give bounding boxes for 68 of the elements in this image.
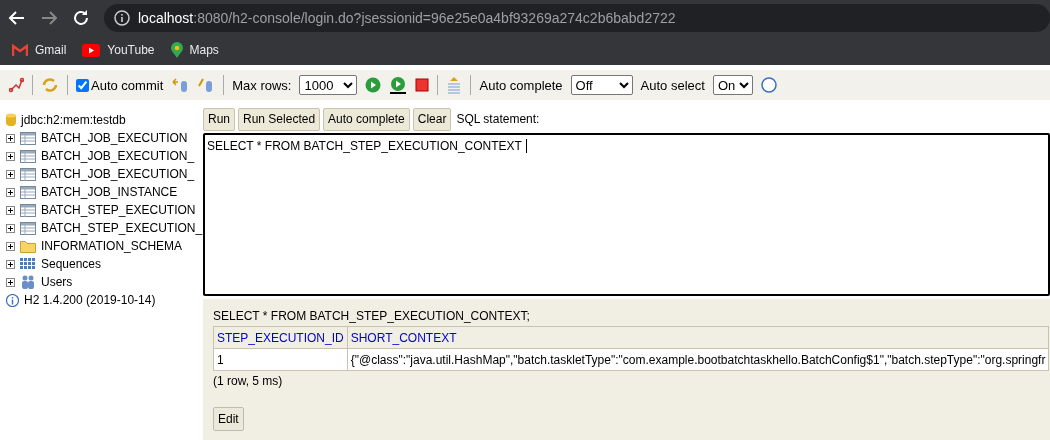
sql-editor[interactable]: SELECT * FROM BATCH_STEP_EXECUTION_CONTEXT <box>203 133 1050 296</box>
run-selected-icon[interactable] <box>389 76 408 94</box>
info-icon <box>114 9 130 26</box>
expand-toggle-icon[interactable] <box>6 187 15 197</box>
expand-toggle-icon[interactable] <box>6 151 15 161</box>
table-icon <box>20 167 36 181</box>
users-icon <box>20 275 36 289</box>
tree-item[interactable]: BATCH_JOB_EXECUTION_ <box>41 149 195 163</box>
expand-toggle-icon[interactable] <box>6 169 15 179</box>
auto-commit-checkbox[interactable] <box>76 78 89 92</box>
help-icon[interactable] <box>760 77 777 93</box>
stop-icon[interactable] <box>415 78 430 92</box>
tree-item[interactable]: BATCH_JOB_EXECUTION_ <box>41 167 195 181</box>
toolbar-button[interactable]: Run <box>203 107 235 131</box>
tree-item[interactable]: Users <box>41 275 73 289</box>
table-icon <box>20 203 36 217</box>
toolbar-button[interactable]: Clear <box>412 107 452 131</box>
executed-query: SELECT * FROM BATCH_STEP_EXECUTION_CONTEXT; <box>213 309 531 323</box>
bookmark-link[interactable]: Gmail <box>12 43 67 57</box>
run-icon[interactable] <box>365 77 382 93</box>
reload-icon[interactable] <box>72 8 90 27</box>
expand-toggle-icon[interactable] <box>6 277 15 287</box>
expand-toggle-icon[interactable] <box>6 259 15 269</box>
sql-statement-label: SQL statement: <box>456 112 540 126</box>
max-rows-label: Max rows: <box>232 77 292 93</box>
table-icon <box>20 131 36 145</box>
address-bar[interactable]: localhost:8080/h2-console/login.do?jsessionid=96e25e0a4bf93269a274c2b6babd2722 <box>104 3 1050 32</box>
map-pin-icon <box>170 42 183 58</box>
auto-select-label: Auto select <box>640 77 705 93</box>
table-icon <box>20 149 36 163</box>
auto-complete-select[interactable]: Off <box>570 75 633 95</box>
toolbar-button[interactable]: Auto complete <box>323 107 410 131</box>
tree-item[interactable]: Sequences <box>41 257 102 271</box>
table-cell: {"@class":"java.util.HashMap","batch.taskletType":"com.example.bootbatchtaskhello.BatchConfig$1","batch.stepType":"org.springfr <box>347 348 1049 371</box>
column-header: SHORT_CONTEXT <box>347 326 1049 349</box>
table-cell: 1 <box>213 348 348 371</box>
folder-icon <box>20 239 36 253</box>
table-icon <box>20 185 36 199</box>
forward-icon[interactable] <box>40 8 58 27</box>
database-icon <box>6 113 16 127</box>
back-icon[interactable] <box>8 8 26 27</box>
edit-button[interactable]: Edit <box>213 407 244 431</box>
play-icon <box>82 43 101 57</box>
connection-label[interactable]: jdbc:h2:mem:testdb <box>21 113 126 127</box>
tree-item[interactable]: BATCH_STEP_EXECUTION <box>41 203 196 217</box>
auto-select-select[interactable]: On <box>712 75 753 95</box>
toolbar-button[interactable]: Run Selected <box>238 107 321 131</box>
column-header: STEP_EXECUTION_ID <box>213 326 348 349</box>
auto-commit-label: Auto commit <box>91 77 164 93</box>
expand-toggle-icon[interactable] <box>6 241 15 251</box>
grid-dots-icon <box>20 258 36 270</box>
expand-toggle-icon[interactable] <box>6 205 15 215</box>
disconnect-icon[interactable] <box>8 77 24 93</box>
mail-icon <box>12 44 28 56</box>
expand-toggle-icon[interactable] <box>6 223 15 233</box>
version-label: H2 1.4.200 (2019-10-14) <box>24 293 156 307</box>
info-icon <box>6 293 19 307</box>
tree-item[interactable]: INFORMATION_SCHEMA <box>41 239 183 253</box>
bookmark-link[interactable]: Maps <box>170 42 219 58</box>
auto-complete-label: Auto complete <box>479 77 563 93</box>
result-summary: (1 row, 5 ms) <box>213 374 284 388</box>
tree-item[interactable]: BATCH_STEP_EXECUTION_ <box>41 221 203 235</box>
max-rows-select[interactable]: 1000 <box>299 75 358 95</box>
bookmark-link[interactable]: YouTube <box>82 43 155 57</box>
tree-item[interactable]: BATCH_JOB_EXECUTION <box>41 131 188 145</box>
tree-item[interactable]: BATCH_JOB_INSTANCE <box>41 185 178 199</box>
expand-toggle-icon[interactable] <box>6 133 15 143</box>
table-icon <box>20 221 36 235</box>
